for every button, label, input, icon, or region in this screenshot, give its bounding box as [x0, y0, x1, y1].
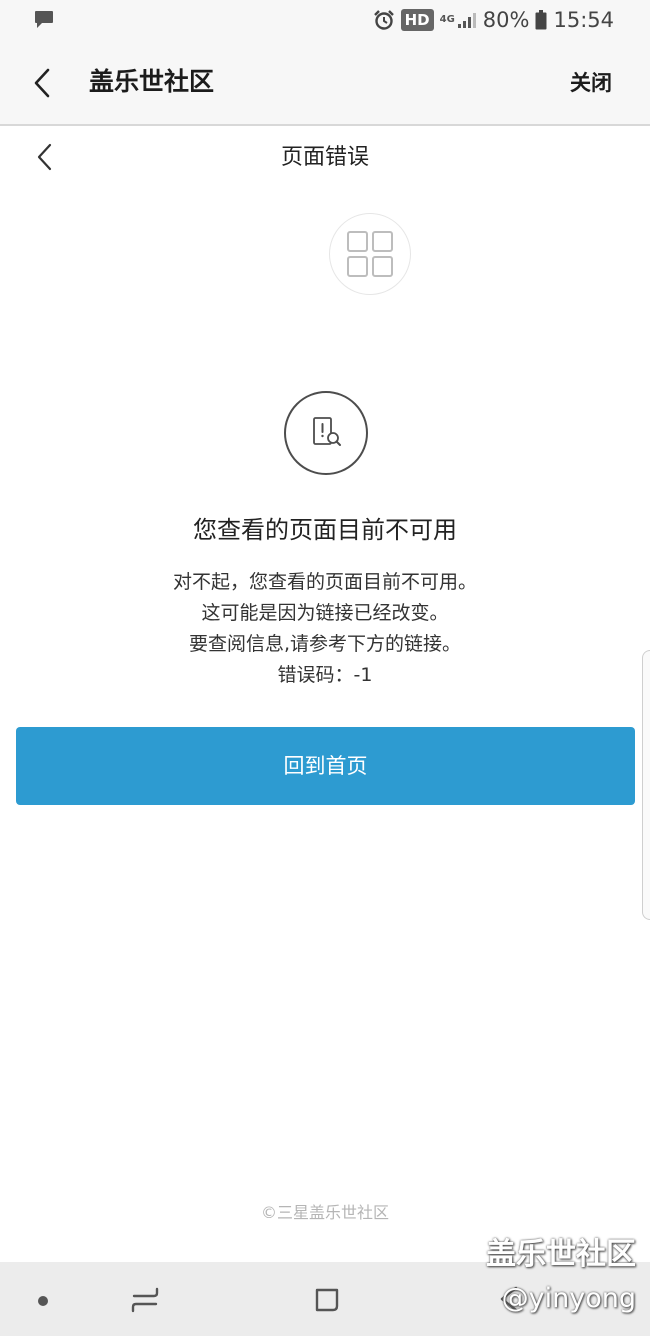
close-button[interactable]: 关闭 [570, 67, 612, 99]
edge-panel-handle[interactable] [642, 650, 650, 920]
error-description: 对不起，您查看的页面目前不可用。 这可能是因为链接已经改变。 要查阅信息,请参考… [0, 567, 650, 691]
network-type: 4G [439, 14, 455, 25]
message-icon [35, 11, 53, 28]
grid-icon-container [329, 213, 411, 295]
hd-badge: HD [400, 9, 434, 31]
back-to-home-button[interactable]: 回到首页 [16, 727, 635, 805]
footer-copyright: ©三星盖乐世社区 [260, 1203, 389, 1222]
app-title: 盖乐世社区 [89, 67, 215, 96]
page-title: 页面错误 [280, 145, 369, 170]
battery-percent: 80% [482, 8, 530, 32]
error-title: 您查看的页面目前不可用 [193, 516, 457, 544]
signal-icon [457, 13, 476, 28]
home-icon[interactable] [313, 1286, 341, 1314]
status-bar: HD 4G 80% 15:54 [0, 0, 650, 40]
watermark-user: @yinyong [501, 1283, 636, 1314]
app-header: 盖乐世社区 关闭 [0, 40, 650, 126]
clock: 15:54 [553, 8, 614, 32]
nav-dot-icon[interactable] [38, 1296, 48, 1306]
back-button[interactable] [30, 66, 54, 100]
alarm-icon [373, 10, 394, 30]
recent-apps-icon[interactable] [130, 1286, 160, 1314]
error-line: 对不起，您查看的页面目前不可用。 [172, 571, 477, 593]
page-search-icon [313, 417, 341, 446]
error-line: 要查阅信息,请参考下方的链接。 [188, 633, 462, 655]
status-icons: HD 4G 80% 15:54 [373, 4, 614, 36]
error-code: 错误码：-1 [277, 664, 373, 686]
grid-icon [347, 231, 393, 277]
watermark-title: 盖乐世社区 [486, 1237, 636, 1272]
battery-icon [535, 10, 547, 30]
error-line: 这可能是因为链接已经改变。 [201, 602, 449, 624]
error-icon-container [284, 391, 368, 475]
